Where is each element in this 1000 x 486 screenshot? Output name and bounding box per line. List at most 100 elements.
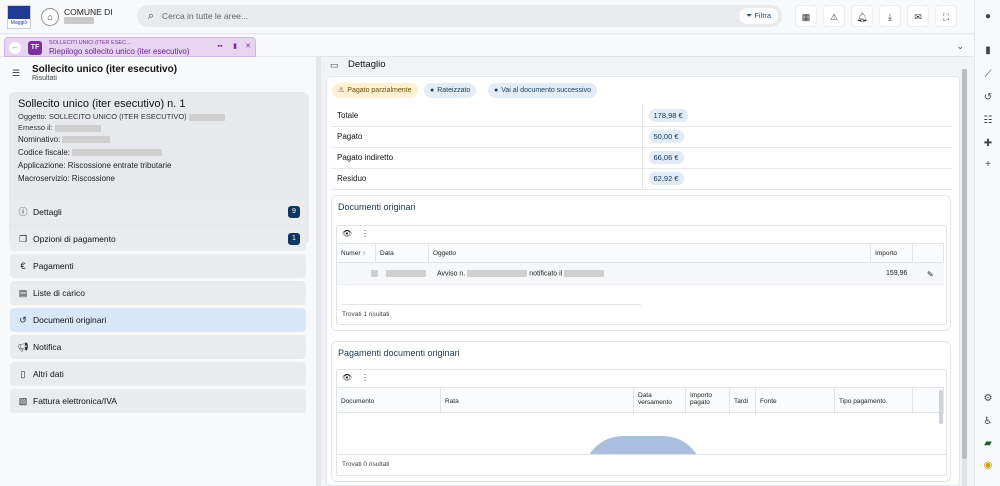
logo-text: Maggiò: [8, 19, 30, 28]
column-header-data[interactable]: Data: [376, 244, 429, 264]
grid-header: Numer ↑ Data Oggetto Importo: [337, 243, 944, 264]
column-header-fonte[interactable]: Fonte: [756, 388, 835, 414]
chat-icon[interactable]: ▰: [981, 437, 995, 451]
warning-icon[interactable]: ⚠: [823, 5, 845, 27]
grid-footer: Trovati 0 risultati: [337, 454, 946, 475]
document-icon: ▯: [20, 369, 26, 379]
chevron-down-icon[interactable]: ⌄: [956, 41, 964, 52]
back-arrow-icon[interactable]: ←: [9, 42, 21, 54]
fullscreen-icon[interactable]: ⛶: [935, 5, 957, 27]
top-bar: Maggiò ⌂ COMUNE DI ⌕ ⏷ Filtra ▦ ⚠ 🔔︎ ⤓ ✉…: [0, 0, 1000, 34]
emesso-line: Emesso il:: [18, 123, 101, 132]
top-actions: ▦ ⚠ 🔔︎ ⤓ ✉ ⛶: [795, 5, 957, 27]
comune-label: COMUNE DI: [64, 7, 113, 17]
bookmark-icon[interactable]: ▮: [230, 42, 240, 52]
summary-table: Totale 178,98 € Pagato 50,00 € Pagato in…: [331, 105, 952, 190]
sidebar-item-documenti-originari[interactable]: ↺ Documenti originari: [10, 308, 306, 332]
more-vertical-icon[interactable]: ⋮: [359, 228, 371, 240]
column-header-numero[interactable]: Numer ↑: [337, 244, 376, 264]
applicazione-line: Applicazione: Riscossione entrate tribut…: [18, 161, 172, 170]
history-icon[interactable]: ↺: [981, 91, 995, 105]
section-menu: ⓘ Dettagli 9 ❐ Opzioni di pagamento 1 € …: [10, 200, 306, 416]
search-bar[interactable]: ⌕ ⏷ Filtra: [137, 5, 782, 27]
invoice-icon: ▧: [18, 396, 28, 406]
sidebar-item-pagamenti[interactable]: € Pagamenti: [10, 254, 306, 278]
filter-button[interactable]: ⏷ Filtra: [739, 8, 778, 24]
summary-value: 178,98 €: [641, 105, 952, 127]
summary-label: Pagato indiretto: [331, 147, 642, 169]
column-header-tipo-pagamento[interactable]: Tipo pagamento: [835, 388, 913, 414]
documenti-originari-section: Documenti originari 👁︎ ⋮ Numer ↑ Data Og…: [331, 195, 951, 331]
header-label: Numer: [341, 250, 361, 257]
column-header-importo[interactable]: Importo: [871, 244, 913, 264]
download-icon[interactable]: ⤓: [879, 5, 901, 27]
row-divider: [341, 304, 641, 305]
user-icon[interactable]: ●: [981, 10, 995, 24]
column-header-tardi[interactable]: Tardi: [730, 388, 756, 414]
link-icon[interactable]: ▪▪: [215, 42, 225, 52]
sort-asc-icon: ↑: [362, 250, 366, 257]
redacted: [467, 270, 528, 277]
column-header-oggetto[interactable]: Oggetto: [429, 244, 871, 264]
plugin-icon[interactable]: ✚: [981, 137, 995, 151]
edit-icon[interactable]: ✎: [923, 263, 937, 285]
amount-pill: 66,06 €: [648, 151, 684, 164]
column-header-data-versamento[interactable]: Data versamento: [634, 388, 686, 414]
bell-icon[interactable]: 🔔︎: [851, 5, 873, 27]
column-header-importo-pagato[interactable]: Importo pagato: [686, 388, 730, 414]
sidebar-item-fattura-elettronica[interactable]: ▧ Fattura elettronica/IVA: [10, 389, 306, 413]
table-row[interactable]: Avviso n. notificato il 159,96 ✎: [337, 263, 944, 285]
summary-value: 66,06 €: [641, 147, 952, 169]
sidebar-item-opzioni-pagamento[interactable]: ❐ Opzioni di pagamento 1: [10, 227, 306, 251]
menu-label: Notifica: [33, 342, 62, 352]
status-label: Pagato parzialmente: [347, 87, 412, 94]
column-header-rata[interactable]: Rata: [441, 388, 634, 414]
results-count: Trovati 1 risultati: [342, 311, 390, 318]
dashboard-icon[interactable]: ▦: [795, 5, 817, 27]
tab-badge: TF: [28, 41, 42, 55]
grid-toolbar: 👁︎ ⋮: [341, 372, 371, 384]
book-icon[interactable]: ▮: [981, 44, 995, 58]
column-header-documento[interactable]: Documento: [337, 388, 441, 414]
table-row: Totale 178,98 €: [331, 105, 952, 127]
checklist-icon[interactable]: ☷: [981, 114, 995, 128]
oggetto-prefix: Avviso n.: [437, 270, 466, 278]
header-line: versamento: [638, 399, 672, 406]
rateizzato-badge[interactable]: ● Rateizzato: [424, 83, 477, 98]
close-icon[interactable]: ✕: [243, 42, 253, 52]
comune-name-redacted: [64, 17, 94, 24]
more-vertical-icon[interactable]: ⋮: [359, 372, 371, 384]
list-icon[interactable]: ☰: [12, 67, 24, 79]
menu-label: Dettagli: [33, 207, 62, 217]
add-icon[interactable]: +: [981, 158, 995, 172]
accessibility-icon[interactable]: ♿︎: [981, 415, 995, 429]
municipality-logo[interactable]: Maggiò: [7, 5, 31, 29]
search-input[interactable]: [162, 8, 682, 24]
panel-toggle-icon[interactable]: ▭: [330, 59, 342, 71]
trend-icon[interactable]: ⟋: [981, 68, 995, 82]
oggetto-cell: Avviso n. notificato il: [433, 263, 863, 285]
history-icon: ↺: [19, 315, 27, 325]
next-document-link[interactable]: ● Vai al documento successivo: [488, 83, 597, 98]
sidebar-item-altri-dati[interactable]: ▯ Altri dati: [10, 362, 306, 386]
home-icon[interactable]: ⌂: [41, 8, 59, 26]
main-scrollbar[interactable]: [962, 69, 967, 486]
mail-icon[interactable]: ✉: [907, 5, 929, 27]
gear-icon[interactable]: ⚙: [981, 392, 995, 406]
sidebar-item-dettagli[interactable]: ⓘ Dettagli 9: [10, 200, 306, 224]
column-header-actions: [913, 244, 944, 264]
left-title: Sollecito unico (iter esecutivo): [32, 64, 178, 75]
grid-scrollbar[interactable]: [939, 390, 943, 424]
amount-pill: 50,00 €: [648, 130, 684, 143]
help-icon[interactable]: ◉: [981, 459, 995, 473]
scrollbar-thumb[interactable]: [962, 69, 967, 459]
sidebar-item-liste-di-carico[interactable]: ▤ Liste di carico: [10, 281, 306, 305]
eye-icon[interactable]: 👁︎: [341, 228, 353, 240]
sidebar-item-notifica[interactable]: 📢︎ Notifica: [10, 335, 306, 359]
info-icon: ●: [494, 87, 499, 94]
tab-riepilogo[interactable]: ← TF SOLLECITI UNICI (ITER ESEC... Riepi…: [4, 37, 256, 57]
tab-title: Riepilogo sollecito unico (iter esecutiv…: [49, 47, 190, 56]
eye-icon[interactable]: 👁︎: [341, 372, 353, 384]
pagamenti-grid: 👁︎ ⋮ Documento Rata Data versamento Impor…: [336, 369, 947, 476]
summary-value: 62,92 €: [641, 168, 952, 190]
